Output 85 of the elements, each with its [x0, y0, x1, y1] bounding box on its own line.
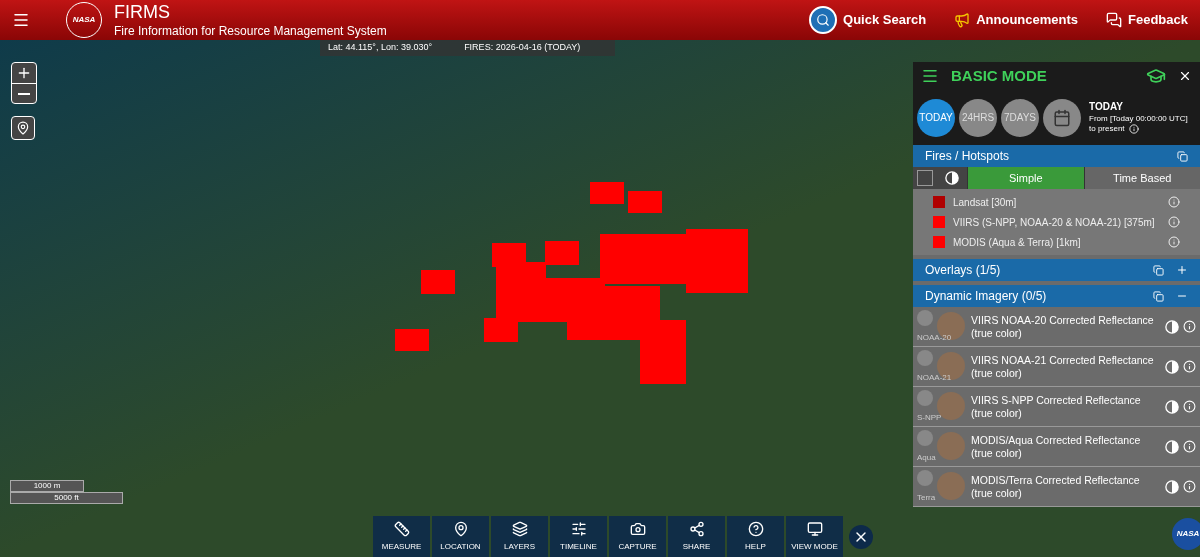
- period-description: From [Today 00:00:00 UTC]: [1089, 113, 1188, 124]
- toolbar-button[interactable]: LOCATION: [432, 516, 489, 557]
- opacity-icon[interactable]: [1165, 399, 1179, 414]
- imagery-thumbnail: [937, 471, 965, 500]
- imagery-label: VIIRS S-NPP Corrected Reflectance (true color): [971, 393, 1142, 420]
- expand-icon[interactable]: [1176, 264, 1188, 276]
- period-button[interactable]: TODAY: [917, 98, 955, 137]
- megaphone-icon: [954, 12, 971, 28]
- location-pin-icon: [452, 520, 469, 537]
- opacity-icon[interactable]: [1165, 359, 1179, 374]
- calendar-icon: [1053, 108, 1071, 127]
- calendar-button[interactable]: [1043, 98, 1081, 137]
- legend-label: VIIRS (S-NPP, NOAA-20 & NOAA-21) [375m]: [953, 215, 1155, 230]
- period-description: to present: [1089, 123, 1125, 134]
- section-header[interactable]: Dynamic Imagery (0/5): [913, 285, 1200, 307]
- checkbox[interactable]: [917, 429, 933, 446]
- close-icon[interactable]: [1178, 69, 1192, 83]
- header-link[interactable]: Announcements: [954, 10, 1078, 30]
- legend-label: MODIS (Aqua & Terra) [1km]: [953, 235, 1081, 250]
- share-icon: [688, 520, 705, 537]
- mode-tab[interactable]: Time Based: [1083, 167, 1200, 189]
- checkbox[interactable]: [917, 170, 933, 186]
- copy-icon[interactable]: [1153, 264, 1164, 276]
- section-title: Overlays (1/5): [925, 262, 1001, 279]
- monitor-icon: [806, 520, 823, 537]
- thumbnail-label: NOAA-20: [917, 331, 952, 344]
- menu-icon[interactable]: [921, 67, 939, 85]
- copy-icon[interactable]: [1177, 150, 1188, 162]
- checkbox[interactable]: [917, 349, 933, 366]
- graduation-cap-icon[interactable]: [1146, 66, 1166, 86]
- imagery-label: VIIRS NOAA-21 Corrected Reflectance (true color): [971, 353, 1155, 380]
- satellite-map[interactable]: [0, 40, 1200, 557]
- imagery-label: VIIRS NOAA-20 Corrected Reflectance (true color): [971, 313, 1155, 340]
- legend-label: Landsat [30m]: [953, 195, 1017, 210]
- search-icon: [809, 6, 838, 34]
- opacity-icon[interactable]: [1165, 439, 1179, 454]
- imagery-label: MODIS/Terra Corrected Reflectance (true color): [971, 473, 1141, 500]
- help-icon: [747, 520, 764, 537]
- section-title: Dynamic Imagery (0/5): [925, 288, 1047, 305]
- copy-icon[interactable]: [1153, 290, 1164, 302]
- thumbnail-label: Terra: [917, 491, 936, 504]
- thumbnail-label: Aqua: [917, 451, 936, 464]
- menu-icon[interactable]: [12, 11, 30, 29]
- opacity-icon[interactable]: [1165, 319, 1179, 334]
- location-button[interactable]: [11, 116, 35, 140]
- location-pin-icon: [16, 121, 30, 135]
- imagery-thumbnail: [937, 431, 965, 460]
- toolbar-button[interactable]: LAYERS: [491, 516, 548, 557]
- mode-title: BASIC MODE: [951, 65, 1047, 86]
- scale-bar-imperial: 5000 ft: [10, 492, 123, 504]
- chat-icon: [1106, 12, 1122, 28]
- imagery-label: MODIS/Aqua Corrected Reflectance (true color): [971, 433, 1142, 460]
- checkbox[interactable]: [917, 469, 933, 486]
- app-title: FIRMS: [114, 1, 171, 24]
- minus-icon: [18, 92, 30, 95]
- scale-bar-metric: 1000 m: [10, 480, 84, 492]
- thumbnail-label: NOAA-21: [917, 371, 952, 384]
- header-link[interactable]: Quick Search: [809, 6, 927, 34]
- opacity-icon[interactable]: [945, 171, 959, 185]
- period-title: TODAY: [1089, 101, 1124, 114]
- nasa-logo: NASA: [1172, 518, 1200, 550]
- fires-date-text: FIRES: 2026-04-16 (TODAY): [464, 41, 581, 55]
- mode-tab[interactable]: Simple: [967, 167, 1084, 189]
- opacity-icon[interactable]: [1165, 479, 1179, 494]
- toolbar-button[interactable]: HELP: [727, 516, 784, 557]
- toolbar-button[interactable]: MEASURE: [373, 516, 430, 557]
- section-title: Fires / Hotspots: [925, 148, 1010, 165]
- header-link[interactable]: Feedback: [1106, 10, 1188, 30]
- close-button[interactable]: [849, 524, 873, 549]
- section-header[interactable]: Overlays (1/5): [913, 259, 1200, 281]
- checkbox[interactable]: [917, 389, 933, 406]
- toolbar-button[interactable]: CAPTURE: [609, 516, 666, 557]
- app-subtitle: Fire Information for Resource Management System: [114, 23, 387, 39]
- toolbar-button[interactable]: TIMELINE: [550, 516, 607, 557]
- ruler-icon: [393, 520, 410, 537]
- sliders-icon: [570, 520, 587, 537]
- toolbar-button[interactable]: VIEW MODE: [786, 516, 843, 557]
- section-header[interactable]: Fires / Hotspots: [913, 145, 1200, 167]
- checkbox[interactable]: [917, 309, 933, 326]
- layers-icon: [511, 520, 528, 537]
- thumbnail-label: S-NPP: [917, 411, 942, 424]
- plus-icon: [16, 65, 32, 81]
- coordinates-text: Lat: 44.115°, Lon: 39.030°: [328, 41, 433, 55]
- toolbar-button[interactable]: SHARE: [668, 516, 725, 557]
- camera-icon: [629, 520, 646, 537]
